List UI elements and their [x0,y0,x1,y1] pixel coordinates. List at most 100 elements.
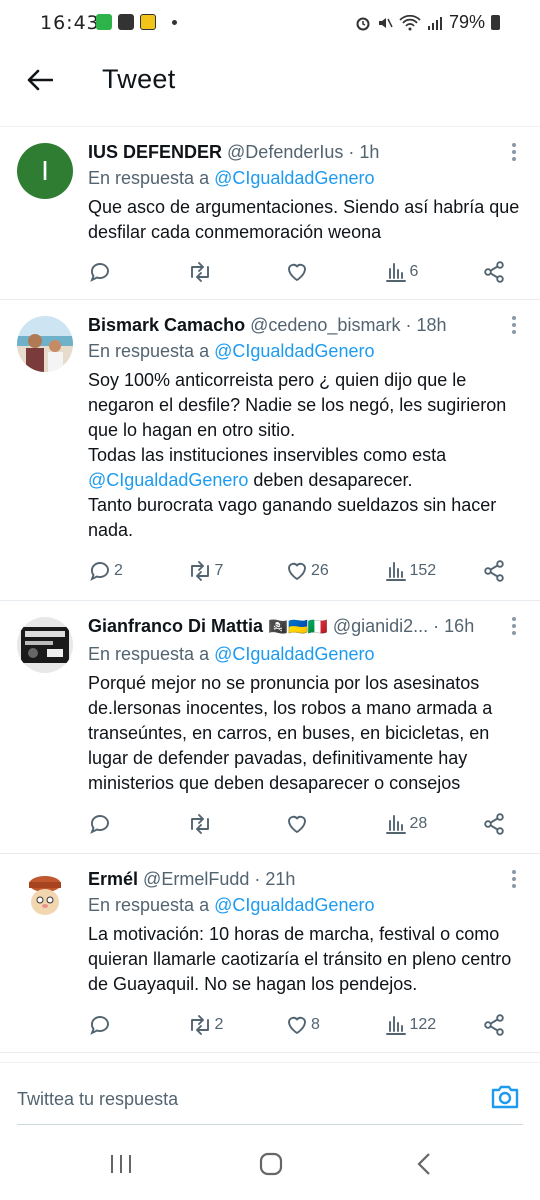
author-handle[interactable]: @gianidi2... [333,616,428,636]
signal-icon [427,16,442,30]
views-button[interactable]: 6 [384,260,438,284]
like-button[interactable]: 8 [285,1013,339,1037]
retweet-button[interactable] [187,812,241,836]
retweet-button[interactable]: 7 [187,559,241,583]
tweet-text-line: Soy 100% anticorreista pero ¿ quien dijo… [88,370,507,440]
reply-prefix: En respuesta a [88,168,215,188]
reply-mention-link[interactable]: @CIgualdadGenero [214,168,374,188]
inline-mention-link[interactable]: @CIgualdadGenero [88,470,248,490]
avatar[interactable]: I [17,143,73,199]
reply-prefix: En respuesta a [88,644,215,664]
system-navigation-bar [0,1134,540,1200]
tweet-actions: 2 8 122 [88,1012,506,1038]
view-count: 152 [409,562,437,579]
reply-button[interactable] [88,812,142,836]
tweet-author-line: Bismark Camacho @cedeno_bismark · 18h [88,312,522,338]
tweet-text-line: Tanto burocrata vago ganando sueldazos s… [88,495,497,540]
retweet-icon [190,561,209,581]
home-button[interactable] [259,1152,283,1181]
recent-apps-icon [111,1155,131,1173]
tweet-item[interactable]: Ermél @ErmelFudd · 21h En respuesta a @C… [0,854,540,1053]
reply-count: 2 [114,562,123,579]
tweet-author-line: IUS DEFENDER @DefenderIus · 1h [88,139,522,165]
reply-mention-link[interactable]: @CIgualdadGenero [214,341,374,361]
reply-button[interactable] [88,1013,142,1037]
views-button[interactable]: 152 [384,559,438,583]
tweet-text: Soy 100% anticorreista pero ¿ quien dijo… [88,368,522,543]
author-handle[interactable]: @ErmelFudd [143,869,249,889]
like-count: 8 [311,1016,320,1033]
share-button[interactable] [482,559,506,583]
share-button[interactable] [482,260,506,284]
share-button[interactable] [482,1013,506,1037]
reply-context: En respuesta a @CIgualdadGenero [88,641,522,667]
heart-icon [288,562,306,580]
share-icon [484,261,504,283]
tweet-text: Porqué mejor no se pronuncia por los ase… [88,673,493,793]
reply-prefix: En respuesta a [88,895,215,915]
back-button[interactable] [22,62,58,98]
alarm-icon [356,17,370,30]
reply-mention-link[interactable]: @CIgualdadGenero [214,644,374,664]
reply-context: En respuesta a @CIgualdadGenero [88,892,522,918]
reply-mention-link[interactable]: @CIgualdadGenero [214,895,374,915]
app-notification-icon [96,14,112,30]
reply-icon [90,815,109,834]
author-name[interactable]: Bismark Camacho [88,315,245,335]
analytics-icon [385,562,406,581]
mute-icon [378,17,393,28]
camera-icon [491,1085,519,1109]
tweet-text-line: @CIgualdadGenero deben desaparecer. [88,468,522,493]
views-button[interactable]: 28 [384,812,438,836]
profile-photo [17,617,73,673]
analytics-icon [385,263,406,282]
tweet-time: · 16h [433,616,475,636]
status-bar: 16:43 79% [0,0,540,48]
like-button[interactable] [285,812,339,836]
share-button[interactable] [482,812,506,836]
author-handle[interactable]: @cedeno_bismark [250,315,400,335]
analytics-icon [385,815,406,834]
avatar[interactable] [17,316,73,372]
flags-emoji: 🏴‍☠️🇺🇦🇮🇹 [268,619,328,636]
recent-apps-button[interactable] [108,1152,134,1181]
tweet-item[interactable]: Bismark Camacho @cedeno_bismark · 18h En… [0,300,540,601]
reply-icon [90,1016,109,1035]
battery-icon [491,15,500,30]
reply-button[interactable]: 2 [88,559,142,583]
reply-input[interactable]: Twittea tu respuesta [17,1089,178,1110]
retweet-button[interactable]: 2 [187,1013,241,1037]
author-handle[interactable]: @DefenderIus [227,142,343,162]
view-count: 122 [409,1016,437,1033]
tweet-time: · 1h [348,142,380,162]
camera-button[interactable] [490,1083,520,1116]
avatar[interactable] [17,617,73,673]
tweet-text: La motivación: 10 horas de marcha, festi… [88,924,512,994]
avatar[interactable] [17,870,73,926]
status-time: 16:43 [40,12,100,34]
tweet-author-line: Gianfranco Di Mattia 🏴‍☠️🇺🇦🇮🇹 @gianidi2.… [88,613,522,641]
back-system-button[interactable] [414,1152,434,1181]
reply-composer: Twittea tu respuesta [0,1062,540,1125]
author-name[interactable]: Gianfranco Di Mattia [88,616,263,636]
app-notification-icon-2 [140,14,156,30]
heart-icon [288,815,306,833]
tweet-item[interactable]: I IUS DEFENDER @DefenderIus · 1h En resp… [0,127,540,300]
reply-button[interactable] [88,260,142,284]
author-name[interactable]: Ermél [88,869,138,889]
wifi-icon [399,14,421,30]
share-icon [484,813,504,835]
tweet-item[interactable]: Gianfranco Di Mattia 🏴‍☠️🇺🇦🇮🇹 @gianidi2.… [0,601,540,854]
tweet-actions: 6 [88,259,506,285]
retweet-count: 2 [214,1016,224,1033]
reply-feed: I IUS DEFENDER @DefenderIus · 1h En resp… [0,126,540,1053]
profile-photo [17,316,73,372]
battery-percent: 79% [448,12,485,32]
retweet-button[interactable] [187,260,241,284]
view-count: 6 [409,263,419,280]
like-button[interactable]: 26 [285,559,339,583]
author-name[interactable]: IUS DEFENDER [88,142,222,162]
system-icons: 79% [355,12,500,33]
like-button[interactable] [285,260,339,284]
views-button[interactable]: 122 [384,1013,438,1037]
